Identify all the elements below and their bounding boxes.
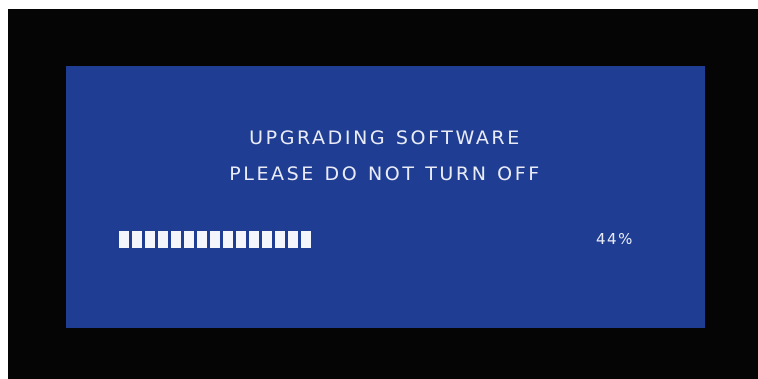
progress-segment — [197, 231, 207, 248]
progress-bar — [119, 231, 311, 248]
progress-segment — [132, 231, 142, 248]
progress-segment — [262, 231, 272, 248]
progress-segment — [171, 231, 181, 248]
progress-segment — [119, 231, 129, 248]
progress-segment — [249, 231, 259, 248]
progress-segment — [288, 231, 298, 248]
progress-segment — [275, 231, 285, 248]
warning-message: PLEASE DO NOT TURN OFF — [229, 163, 542, 185]
progress-segment — [184, 231, 194, 248]
display-bezel: UPGRADING SOFTWARE PLEASE DO NOT TURN OF… — [8, 9, 758, 379]
progress-segment — [223, 231, 233, 248]
progress-segment — [158, 231, 168, 248]
upgrade-title: UPGRADING SOFTWARE — [249, 127, 522, 149]
progress-segment — [301, 231, 311, 248]
progress-segment — [145, 231, 155, 248]
progress-percent: 44% — [596, 230, 634, 248]
upgrade-screen: UPGRADING SOFTWARE PLEASE DO NOT TURN OF… — [66, 66, 705, 328]
progress-segment — [210, 231, 220, 248]
progress-segment — [236, 231, 246, 248]
